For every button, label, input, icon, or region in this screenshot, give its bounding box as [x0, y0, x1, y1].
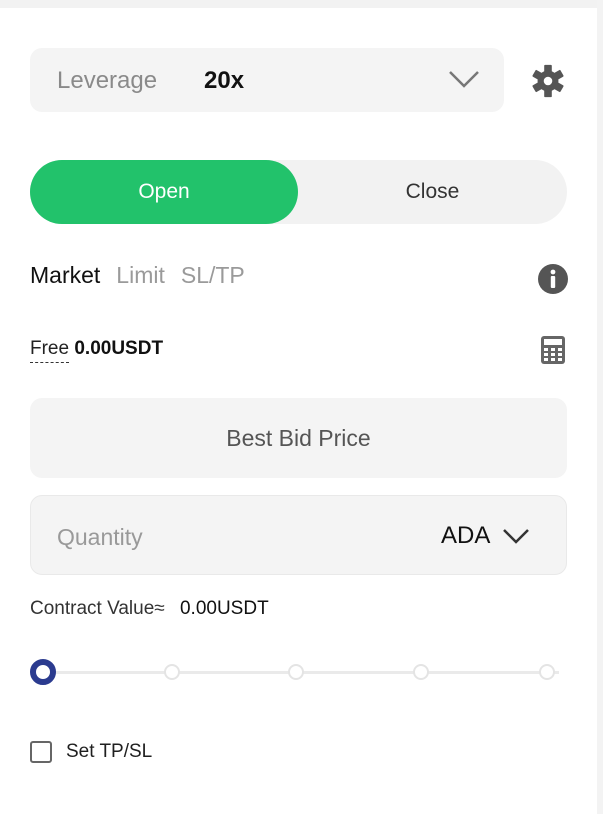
gear-icon[interactable]	[529, 62, 567, 100]
best-bid-price-text: Best Bid Price	[226, 424, 371, 451]
leverage-selector[interactable]: Leverage 20x	[30, 48, 504, 112]
quantity-input[interactable]	[55, 518, 359, 556]
info-icon[interactable]	[537, 263, 569, 295]
contract-value-label: Contract Value≈	[30, 598, 165, 619]
right-divider	[597, 0, 603, 814]
quantity-field: ADA	[30, 495, 567, 575]
slider-stop[interactable]	[539, 664, 555, 680]
order-type-tabs: Market Limit SL/TP	[30, 262, 245, 296]
free-balance-value: 0.00USDT	[74, 338, 164, 359]
order-panel: Leverage 20x Open Close Market Limit SL/…	[30, 0, 569, 814]
calculator-icon[interactable]	[539, 335, 567, 365]
tab-sl-tp[interactable]: SL/TP	[181, 262, 245, 296]
quantity-unit-selector[interactable]: ADA	[441, 496, 532, 576]
chevron-down-icon	[503, 529, 530, 544]
open-tab-button[interactable]: Open	[30, 160, 298, 224]
slider-stop[interactable]	[413, 664, 429, 680]
free-balance-label[interactable]: Free	[30, 338, 70, 363]
leverage-label: Leverage	[57, 67, 158, 94]
free-balance: Free 0.00USDT	[30, 338, 164, 363]
tab-limit[interactable]: Limit	[116, 262, 165, 296]
close-tab-button[interactable]: Close	[298, 160, 567, 224]
leverage-value: 20x	[204, 67, 245, 94]
set-tp-sl-label: Set TP/SL	[66, 741, 153, 762]
best-bid-price-field[interactable]: Best Bid Price	[30, 398, 567, 478]
quantity-slider[interactable]	[30, 655, 567, 689]
open-close-toggle: Open Close	[30, 160, 567, 224]
chevron-down-icon	[449, 71, 479, 88]
tab-market[interactable]: Market	[30, 262, 100, 296]
set-tp-sl-option[interactable]: Set TP/SL	[30, 741, 152, 763]
contract-value-amount: 0.00USDT	[179, 598, 269, 619]
slider-handle[interactable]	[30, 659, 56, 685]
set-tp-sl-checkbox[interactable]	[30, 741, 52, 763]
slider-stop[interactable]	[288, 664, 304, 680]
slider-stop[interactable]	[164, 664, 180, 680]
contract-value: Contract Value≈ 0.00USDT	[30, 598, 269, 620]
quantity-unit-label: ADA	[441, 522, 491, 549]
